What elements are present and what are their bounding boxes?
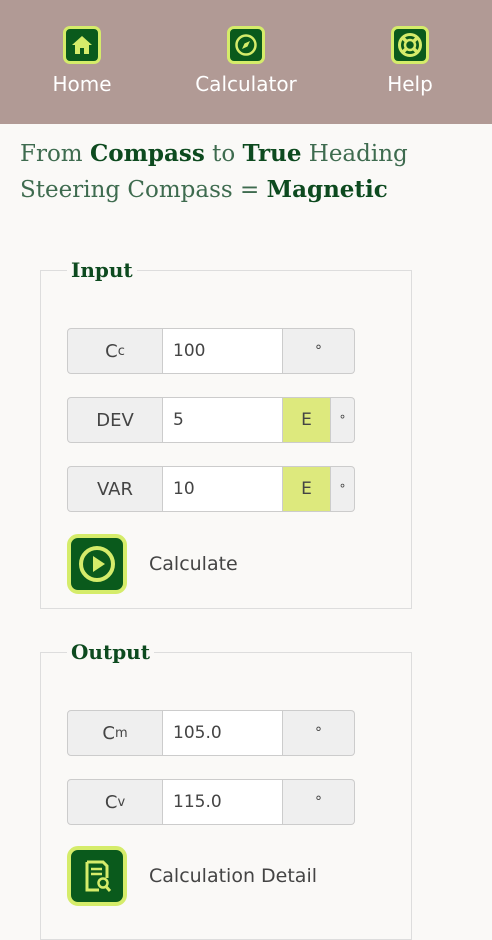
nav-home[interactable]: Home [17,0,147,96]
cc-row: Cc ° [67,328,355,374]
calculate-label: Calculate [149,553,238,575]
cc-degree-unit: ° [283,328,355,374]
output-fieldset: Output Cm ° Cv ° Calculation Detail [40,640,412,940]
headline-true: True [242,140,302,167]
document-search-icon [67,846,127,906]
var-degree-unit: ° [331,466,355,512]
input-legend: Input [71,258,133,282]
play-icon [67,534,127,594]
nav-calculator[interactable]: Calculator [181,0,311,96]
cv-degree-unit: ° [283,779,355,825]
dev-input[interactable] [163,397,283,443]
nav-calculator-label: Calculator [195,72,297,96]
dev-row: DEV E ° [67,397,355,443]
output-legend: Output [71,640,150,664]
cv-label: Cv [67,779,163,825]
input-fieldset: Input Cc ° DEV E ° VAR E ° Calculate [40,258,412,609]
compass-icon [227,26,265,64]
dev-direction-toggle[interactable]: E [283,397,331,443]
headline-line-2: Steering Compass = Magnetic [20,176,388,203]
calculate-button[interactable]: Calculate [67,534,238,594]
cm-output[interactable] [163,710,283,756]
top-navbar: Home Calculator Help [0,0,492,124]
var-label: VAR [67,466,163,512]
nav-help[interactable]: Help [345,0,475,96]
calculation-detail-label: Calculation Detail [149,865,318,887]
cm-row: Cm ° [67,710,355,756]
cm-label: Cm [67,710,163,756]
var-direction-toggle[interactable]: E [283,466,331,512]
dev-degree-unit: ° [331,397,355,443]
dev-label: DEV [67,397,163,443]
var-input[interactable] [163,466,283,512]
cv-row: Cv ° [67,779,355,825]
calculation-detail-button[interactable]: Calculation Detail [67,846,317,906]
headline-line-1: From Compass to True Heading [20,140,408,167]
lifebuoy-icon [391,26,429,64]
home-icon [63,26,101,64]
cm-degree-unit: ° [283,710,355,756]
var-row: VAR E ° [67,466,355,512]
cc-input[interactable] [163,328,283,374]
cc-label: Cc [67,328,163,374]
headline-compass: Compass [89,140,205,167]
nav-help-label: Help [387,72,433,96]
cv-output[interactable] [163,779,283,825]
nav-home-label: Home [52,72,112,96]
headline-magnetic: Magnetic [266,176,388,203]
page-headline: From Compass to True Heading Steering Co… [20,136,492,208]
